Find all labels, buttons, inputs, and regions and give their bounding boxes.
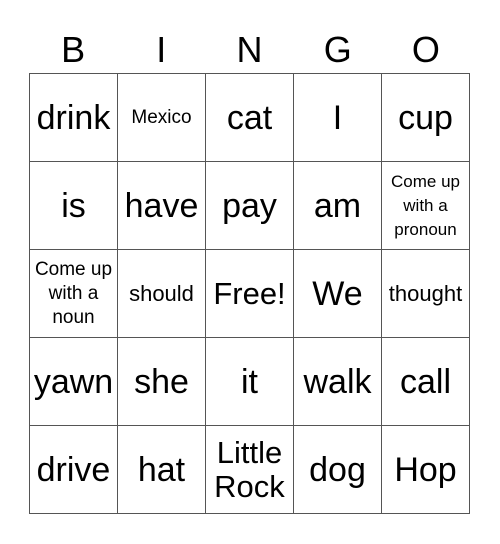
bingo-cell[interactable]: Come up with a noun [30, 250, 118, 338]
cell-text: yawn [33, 362, 114, 401]
cell-text: Little Rock [214, 434, 285, 504]
cell-text: should [129, 280, 194, 306]
free-space-cell[interactable]: Free! [206, 250, 294, 338]
cell-text: Come up with a pronoun [391, 171, 460, 239]
bingo-grid: drink Mexico cat Icup is have pay am Come up wit… [29, 73, 470, 514]
bingo-cell[interactable]: hat [118, 426, 206, 514]
bingo-cell[interactable]: it [206, 338, 294, 426]
cell-text: it [241, 362, 258, 401]
bingo-cell[interactable]: drive [30, 426, 118, 514]
bingo-cell[interactable]: is [30, 162, 118, 250]
cell-text: cup [398, 98, 453, 137]
cell-text: she [134, 362, 189, 401]
header-letter: G [323, 29, 352, 70]
bingo-cell[interactable]: drink [30, 74, 118, 162]
bingo-cell[interactable]: Mexico [118, 74, 206, 162]
cell-text: drive [36, 450, 111, 489]
bingo-cell[interactable]: Little Rock [206, 426, 294, 514]
cell-text: thought [388, 280, 463, 306]
cell-text: Come up with a noun [34, 258, 113, 328]
bingo-cell[interactable]: thought [382, 250, 470, 338]
cell-text: We [312, 274, 363, 313]
bingo-cell[interactable]: call [382, 338, 470, 426]
cell-text: have [124, 186, 199, 225]
bingo-cell[interactable]: Come up with a pronoun [382, 162, 470, 250]
cell-text: hat [137, 450, 186, 489]
bingo-cell[interactable]: yawn [30, 338, 118, 426]
bingo-cell[interactable]: walk [294, 338, 382, 426]
header-letter: N [236, 29, 263, 70]
cell-text: is [61, 186, 86, 225]
bingo-cell[interactable]: am [294, 162, 382, 250]
cell-text: I [332, 98, 343, 137]
bingo-cell[interactable]: I [294, 74, 382, 162]
cell-text: cat [226, 98, 273, 137]
header-letter: I [156, 29, 167, 70]
bingo-cell[interactable]: Hop [382, 426, 470, 514]
cell-text: pay [222, 186, 277, 225]
cell-text: Hop [394, 450, 457, 489]
bingo-cell[interactable]: have [118, 162, 206, 250]
bingo-cell[interactable]: dog [294, 426, 382, 514]
bingo-header: B I N G O [29, 28, 470, 72]
cell-text: Free! [213, 275, 286, 311]
cell-text: dog [309, 450, 366, 489]
bingo-cell[interactable]: cat [206, 74, 294, 162]
bingo-cell[interactable]: We [294, 250, 382, 338]
cell-text: am [313, 186, 362, 225]
header-letter: O [411, 29, 440, 70]
bingo-cell[interactable]: cup [382, 74, 470, 162]
cell-text: call [399, 362, 452, 401]
cell-text: drink [36, 98, 111, 137]
bingo-cell[interactable]: she [118, 338, 206, 426]
cell-text: Mexico [131, 106, 192, 128]
bingo-cell[interactable]: pay [206, 162, 294, 250]
cell-text: walk [303, 362, 372, 401]
header-letter: B [61, 29, 86, 70]
bingo-cell[interactable]: should [118, 250, 206, 338]
